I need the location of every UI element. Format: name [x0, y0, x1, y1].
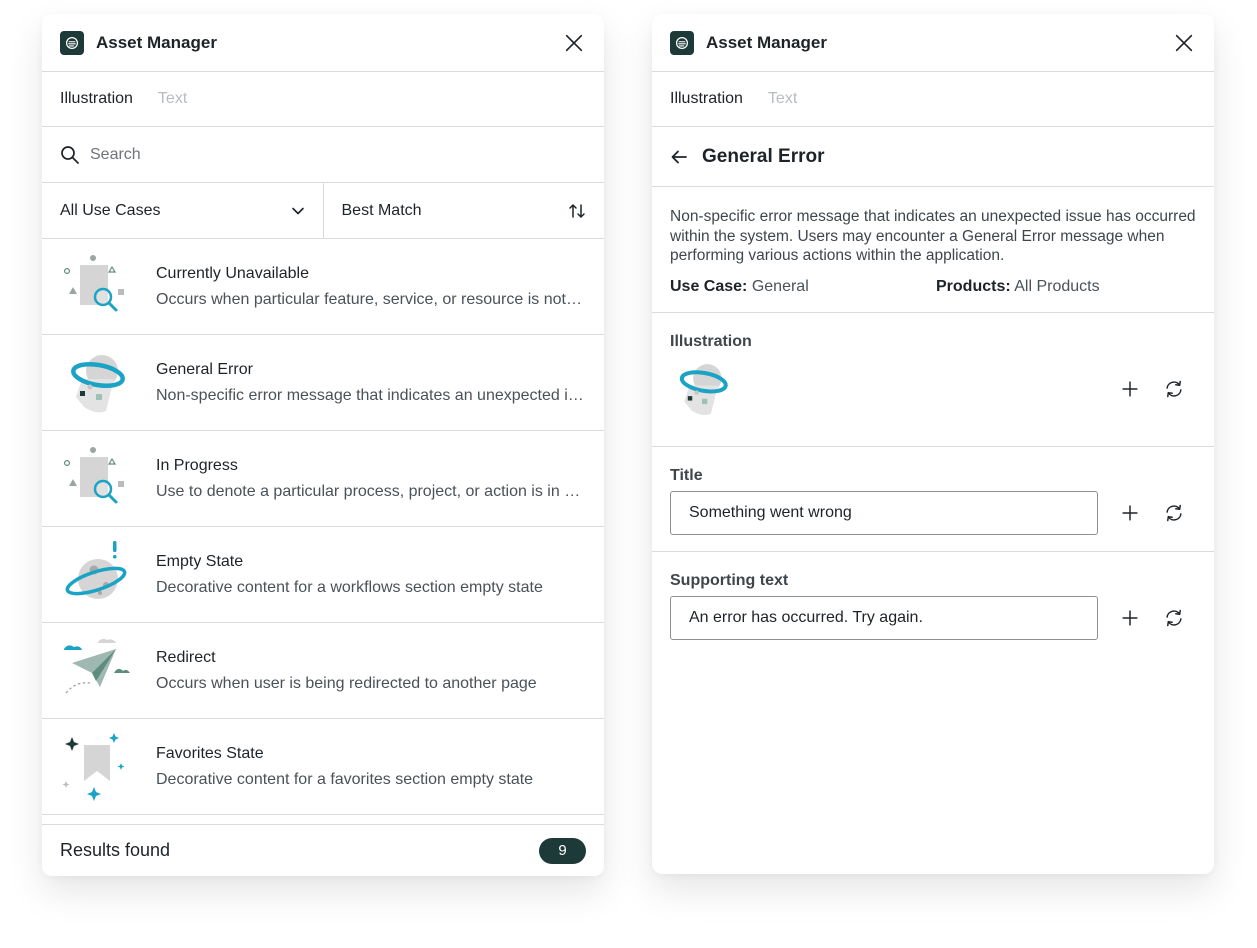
item-title: Redirect: [156, 648, 216, 666]
use-case-value: All Use Cases: [60, 201, 161, 219]
results-footer: Results found 9: [42, 824, 604, 876]
item-description: Decorative content for a favorites secti…: [156, 770, 534, 788]
list-item[interactable]: In Progress Use to denote a particular p…: [42, 431, 604, 527]
item-title: Favorites State: [156, 744, 264, 762]
list-item[interactable]: Empty State Decorative content for a wor…: [42, 527, 604, 623]
description-section: Non-specific error message that indicate…: [652, 187, 1214, 313]
close-icon: [1173, 32, 1195, 54]
supporting-text-input[interactable]: An error has occurred. Try again.: [670, 595, 1098, 640]
supporting-text-field: Supporting text An error has occurred. T…: [652, 552, 1214, 654]
ufo-illustration-icon: [60, 347, 132, 419]
plus-icon: [1119, 607, 1141, 629]
app-logo-icon: [60, 30, 84, 55]
panel-header: Asset Manager: [42, 14, 604, 72]
replace-title-button[interactable]: [1162, 501, 1186, 525]
results-label: Results found: [60, 840, 171, 860]
sort-dropdown[interactable]: Best Match: [322, 183, 605, 238]
plus-icon: [1119, 378, 1141, 400]
panel-header: Asset Manager: [652, 14, 1214, 72]
illustration-field: Illustration: [652, 313, 1214, 447]
item-title: Currently Unavailable: [156, 264, 309, 282]
ufo-illustration-icon: [670, 357, 734, 421]
tab-text[interactable]: Text: [158, 90, 187, 108]
paper-plane-illustration-icon: [60, 635, 132, 707]
use-case-dropdown[interactable]: All Use Cases: [42, 183, 323, 238]
results-count-badge: 9: [539, 837, 586, 864]
close-icon: [563, 32, 585, 54]
item-description: Use to denote a particular process, proj…: [156, 482, 586, 500]
tab-bar: Illustration Text: [652, 72, 1214, 127]
list-item[interactable]: Redirect Occurs when user is being redir…: [42, 623, 604, 719]
asset-detail-panel: Asset Manager Illustration Text General …: [652, 14, 1214, 874]
products-value: All Products: [1014, 277, 1100, 295]
replace-supporting-text-button[interactable]: [1162, 606, 1186, 630]
products-label: Products:: [936, 277, 1011, 295]
use-case-value: General: [751, 277, 809, 295]
meta-row: Use Case: General Products: All Products: [670, 278, 1196, 296]
replace-illustration-button[interactable]: [1162, 377, 1186, 401]
tab-bar: Illustration Text: [42, 72, 604, 127]
use-case-label: Use Case:: [670, 277, 748, 295]
refresh-icon: [1163, 378, 1185, 400]
add-illustration-button[interactable]: [1118, 377, 1142, 401]
filter-bar: All Use Cases Best Match: [42, 183, 604, 239]
chevron-down-icon: [291, 207, 304, 214]
app-title: Asset Manager: [706, 32, 827, 52]
app-logo-icon: [670, 30, 694, 55]
refresh-icon: [1163, 607, 1185, 629]
products-meta: Products: All Products: [936, 278, 1196, 296]
item-description: Occurs when particular feature, service,…: [156, 290, 586, 308]
sort-arrows-icon: [569, 203, 585, 218]
use-case-meta: Use Case: General: [670, 278, 809, 296]
list-item[interactable]: Favorites State Decorative content for a…: [42, 719, 604, 815]
item-description: Occurs when user is being redirected to …: [156, 674, 537, 692]
search-bar: [42, 127, 604, 183]
list-item[interactable]: Currently Unavailable Occurs when partic…: [42, 239, 604, 335]
planet-illustration-icon: [60, 539, 132, 611]
title-input[interactable]: Something went wrong: [670, 490, 1098, 535]
search-input[interactable]: [90, 145, 550, 164]
search-icon: [61, 145, 79, 164]
close-button[interactable]: [1172, 31, 1196, 55]
asset-list: Currently Unavailable Occurs when partic…: [42, 239, 604, 815]
plus-icon: [1119, 502, 1141, 524]
tab-illustration[interactable]: Illustration: [670, 90, 743, 108]
refresh-icon: [1163, 502, 1185, 524]
tab-illustration[interactable]: Illustration: [60, 90, 133, 108]
tab-text[interactable]: Text: [768, 90, 797, 108]
app-title: Asset Manager: [96, 32, 217, 52]
back-button[interactable]: [670, 147, 690, 167]
add-title-button[interactable]: [1118, 501, 1142, 525]
add-supporting-text-button[interactable]: [1118, 606, 1142, 630]
close-button[interactable]: [562, 31, 586, 55]
list-item[interactable]: General Error Non-specific error message…: [42, 335, 604, 431]
illustration-label: Illustration: [670, 332, 752, 350]
supporting-text-label: Supporting text: [670, 571, 789, 589]
detail-header: General Error: [652, 127, 1214, 187]
item-title: General Error: [156, 360, 253, 378]
detail-title: General Error: [702, 145, 825, 167]
sort-value: Best Match: [341, 201, 422, 219]
bookmark-illustration-icon: [60, 731, 132, 803]
title-field: Title Something went wrong: [652, 447, 1214, 552]
magnifier-illustration-icon: [60, 251, 132, 323]
arrow-left-icon: [671, 150, 687, 163]
item-description: Non-specific error message that indicate…: [156, 386, 586, 404]
item-title: In Progress: [156, 456, 238, 474]
magnifier-illustration-icon: [60, 443, 132, 515]
detail-description: Non-specific error message that indicate…: [670, 208, 1196, 264]
asset-list-panel: Asset Manager Illustration Text All Use …: [42, 14, 604, 876]
title-label: Title: [670, 466, 703, 484]
item-title: Empty State: [156, 552, 244, 570]
item-description: Decorative content for a workflows secti…: [156, 578, 543, 596]
